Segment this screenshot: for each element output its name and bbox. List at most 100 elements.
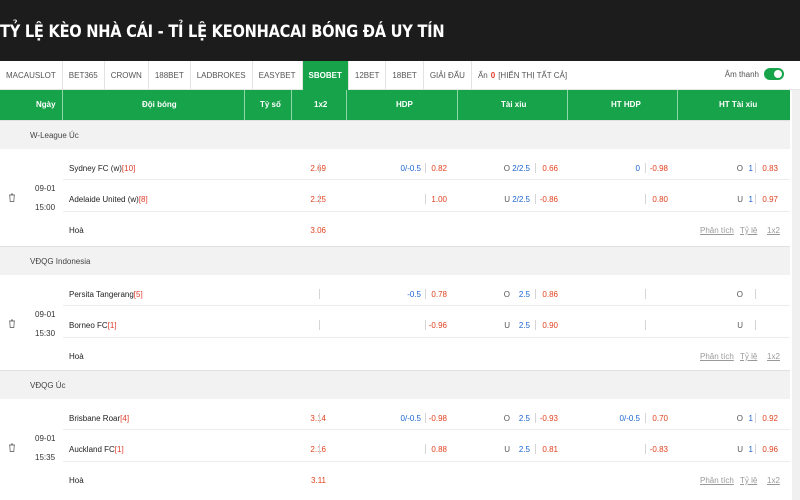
ht-ou-odds-home: 0.92 xyxy=(762,414,778,423)
hdp-odds-away: 1.00 xyxy=(431,195,447,204)
ou-line-away: 2/2.5 xyxy=(512,195,530,204)
team-name: Adelaide United (w) xyxy=(69,195,139,204)
bookmaker-tabs: MACAUSLOT BET365 CROWN 188BET LADBROKES … xyxy=(0,60,800,90)
sound-control: Âm thanh xyxy=(725,68,784,80)
ou-line-away: 2.5 xyxy=(518,321,530,330)
ou-side-home: O xyxy=(503,164,510,173)
team-home[interactable]: Persita Tangerang[5] xyxy=(69,290,143,299)
hdp-line-home: -0.5 xyxy=(407,290,421,299)
tab-easybet[interactable]: EASYBET xyxy=(253,60,303,90)
ht-ou-line-home: 1 xyxy=(748,164,753,173)
hidden-matches: Ẩn 0 [HIỂN THỊ TẤT CẢ] xyxy=(472,61,573,90)
team-away[interactable]: Borneo FC[1] xyxy=(69,321,117,330)
ht-ou-side-away: U xyxy=(737,321,743,330)
tab-18bet[interactable]: 18BET xyxy=(386,60,424,90)
ht-hdp-odds-away: -0.83 xyxy=(649,445,668,454)
tab-188bet[interactable]: 188BET xyxy=(149,60,191,90)
team-rank: [5] xyxy=(133,290,143,299)
hdp-odds-home: 0.78 xyxy=(431,290,447,299)
league-header: VĐQG Úc xyxy=(0,370,790,399)
team-rank: [8] xyxy=(138,195,148,204)
analysis-link[interactable]: Phân tích xyxy=(700,352,734,361)
hdp-odds-home: -0.98 xyxy=(428,414,447,423)
league-name: W-League Úc xyxy=(30,131,79,140)
ht-ou-line-away: 1 xyxy=(748,195,753,204)
ht-ou-line-home: 1 xyxy=(748,414,753,423)
ou-line-away: 2.5 xyxy=(518,445,530,454)
header-ht-hdp: HT HDP xyxy=(611,100,641,109)
team-draw: Hoà xyxy=(69,352,84,361)
sound-label: Âm thanh xyxy=(724,69,759,79)
top-bar: TỶ LỆ KÈO NHÀ CÁI - TỈ LỆ KEONHACAI BÓNG… xyxy=(0,0,800,61)
ht-ou-side-home: O xyxy=(736,164,743,173)
x12-link[interactable]: 1x2 xyxy=(767,352,780,361)
hdp-line-home: 0/-0.5 xyxy=(400,164,421,173)
odds-link[interactable]: Tỷ lệ xyxy=(740,352,757,361)
ou-side-home: O xyxy=(503,290,510,299)
ou-odds-home: 0.86 xyxy=(542,290,558,299)
analysis-link[interactable]: Phân tích xyxy=(700,226,734,235)
match-time: 15:30 xyxy=(35,329,56,338)
tab-12bet[interactable]: 12BET xyxy=(349,60,387,90)
tab-crown[interactable]: CROWN xyxy=(105,60,149,90)
ou-side-away: U xyxy=(504,445,510,454)
odds-1x2-draw: 3.11 xyxy=(311,476,326,485)
header-1x2: 1x2 xyxy=(314,100,328,109)
odds-link[interactable]: Tỷ lệ xyxy=(740,476,757,485)
match-block: Sydney FC (w)[10]2.690/-0.50.82O2/2.50.6… xyxy=(0,149,790,245)
match-time: 15:35 xyxy=(35,453,56,462)
ou-side-away: U xyxy=(504,195,510,204)
ht-ou-odds-away: 0.96 xyxy=(762,445,778,454)
ht-ou-odds-home: 0.83 xyxy=(762,164,778,173)
ou-odds-home: -0.93 xyxy=(539,414,558,423)
page-title: TỶ LỆ KÈO NHÀ CÁI - TỈ LỆ KEONHACAI BÓNG… xyxy=(0,22,445,42)
ht-ou-side-home: O xyxy=(736,414,743,423)
team-away[interactable]: Auckland FC[1] xyxy=(69,445,124,454)
league-name: VĐQG Úc xyxy=(30,381,66,390)
team-name: Auckland FC xyxy=(69,445,115,454)
tab-leagues[interactable]: GIẢI ĐẤU xyxy=(424,60,472,90)
header-ht-ou: HT Tài xỉu xyxy=(719,100,758,109)
team-name: Sydney FC (w) xyxy=(69,164,122,173)
team-name: Borneo FC xyxy=(69,321,108,330)
trash-icon[interactable] xyxy=(8,193,16,202)
ou-line-home: 2.5 xyxy=(518,290,530,299)
hidden-count: 0 xyxy=(490,70,496,80)
team-away[interactable]: Adelaide United (w)[8] xyxy=(69,195,148,204)
x12-link[interactable]: 1x2 xyxy=(767,476,780,485)
team-home[interactable]: Sydney FC (w)[10] xyxy=(69,164,135,173)
tab-ladbrokes[interactable]: LADBROKES xyxy=(191,60,253,90)
team-rank: [1] xyxy=(107,321,117,330)
ht-hdp-odds-home: 0.70 xyxy=(652,414,668,423)
match-date: 09-01 xyxy=(35,184,56,193)
ht-hdp-line-home: 0/-0.5 xyxy=(619,414,640,423)
league-header: VĐQG Indonesia xyxy=(0,246,790,275)
odds-link[interactable]: Tỷ lệ xyxy=(740,226,757,235)
tab-sbobet[interactable]: SBOBET xyxy=(302,60,349,90)
tab-macauslot[interactable]: MACAUSLOT xyxy=(0,60,63,90)
hdp-odds-home: 0.82 xyxy=(431,164,447,173)
sound-toggle[interactable] xyxy=(764,68,784,80)
match-time: 15:00 xyxy=(35,203,56,212)
team-rank: [4] xyxy=(120,414,130,423)
match-date: 09-01 xyxy=(35,434,56,443)
league-name: VĐQG Indonesia xyxy=(30,257,91,266)
match-block: Persita Tangerang[5] -0.5 0.78 O 2.5 0.86 O Bor… xyxy=(0,275,790,371)
ou-side-away: U xyxy=(504,321,510,330)
hdp-line-home: 0/-0.5 xyxy=(400,414,421,423)
show-all-link[interactable]: [HIỂN THỊ TẤT CẢ] xyxy=(498,71,567,80)
ht-hdp-odds-away: 0.80 xyxy=(652,195,668,204)
analysis-link[interactable]: Phân tích xyxy=(700,476,734,485)
header-teams: Đội bóng xyxy=(142,100,177,109)
ou-odds-home: 0.66 xyxy=(542,164,558,173)
team-draw: Hoà xyxy=(69,476,84,485)
tab-bet365[interactable]: BET365 xyxy=(63,60,105,90)
trash-icon[interactable] xyxy=(8,319,16,328)
team-home[interactable]: Brisbane Roar[4] xyxy=(69,414,129,423)
x12-link[interactable]: 1x2 xyxy=(767,226,780,235)
trash-icon[interactable] xyxy=(8,443,16,452)
ht-ou-side-away: U xyxy=(737,445,743,454)
scrollbar[interactable] xyxy=(792,90,800,500)
ht-hdp-odds-home: -0.98 xyxy=(649,164,668,173)
hdp-odds-away: -0.96 xyxy=(428,321,447,330)
